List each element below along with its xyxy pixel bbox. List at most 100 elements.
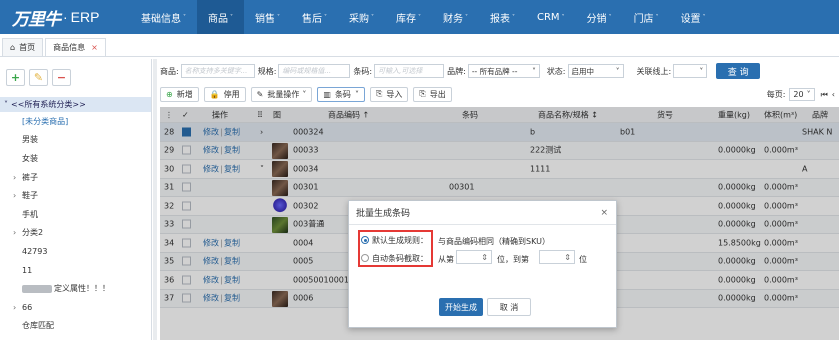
nav-item-label: 库存 bbox=[396, 13, 416, 25]
chevron-down-icon: ˅ bbox=[702, 13, 706, 21]
nav-item-label: 门店 bbox=[633, 13, 654, 25]
tree-item[interactable]: 仓库匹配 bbox=[0, 317, 151, 336]
sidebar-splitter[interactable] bbox=[153, 59, 157, 340]
tree-root[interactable]: ˅ <<所有系统分类>> bbox=[0, 97, 151, 112]
nav-item-11[interactable]: 设置 ˅ bbox=[670, 0, 717, 34]
import-icon: ⎘ bbox=[375, 89, 383, 98]
stepper-icon[interactable]: ⇕ bbox=[481, 253, 488, 262]
tree-item[interactable]: 11 bbox=[0, 261, 151, 280]
chevron-down-icon: ˅ bbox=[302, 89, 307, 99]
chevron-down-icon: ˅ bbox=[277, 13, 280, 21]
prev-page-icon[interactable]: ‹ bbox=[832, 90, 835, 99]
from-label: 从第 bbox=[438, 255, 454, 264]
tree-item-label: 女装 bbox=[22, 153, 38, 163]
chevron-right-icon[interactable]: › bbox=[13, 228, 16, 237]
disable-button-label: 停用 bbox=[223, 89, 240, 99]
stepper-icon[interactable]: ⇕ bbox=[564, 253, 571, 262]
from-position-input[interactable]: ⇕ bbox=[456, 250, 492, 264]
spec-filter-label: 规格: bbox=[257, 66, 277, 76]
app-logo[interactable]: 万里牛 · ERP bbox=[0, 0, 130, 34]
per-page-value: 20 bbox=[793, 90, 804, 99]
status-select[interactable]: 启用中 ˅ bbox=[567, 64, 624, 78]
barcode-button[interactable]: ▥ 条码 ˅ bbox=[317, 86, 365, 102]
chevron-down-icon: ˅ bbox=[371, 13, 374, 21]
barcode-icon: ▥ bbox=[323, 89, 331, 99]
tree-item[interactable]: 男装 bbox=[0, 131, 151, 150]
tree-item[interactable]: 女装 bbox=[0, 149, 151, 168]
query-button[interactable]: 查 询 bbox=[716, 63, 761, 79]
nav-item-4[interactable]: 采购 ˅ bbox=[338, 0, 385, 34]
import-button[interactable]: ⎘ 导入 bbox=[369, 86, 409, 102]
default-rule-radio[interactable] bbox=[361, 236, 369, 244]
export-button[interactable]: ⎘ 导出 bbox=[413, 86, 452, 102]
close-icon[interactable]: × bbox=[91, 43, 98, 52]
tree-item[interactable]: › 裤子 bbox=[0, 168, 151, 187]
lock-icon: 🔒 bbox=[209, 89, 220, 99]
option-auto-cut[interactable]: 自动条码截取： bbox=[361, 251, 428, 265]
auto-cut-radio[interactable] bbox=[361, 254, 369, 262]
barcode-search-input[interactable]: 可输入,可选择 bbox=[374, 64, 445, 78]
brand-select[interactable]: -- 所有品牌 -- ˅ bbox=[467, 64, 540, 78]
add-button[interactable]: ⊕ 新增 bbox=[160, 86, 199, 102]
spec-search-input[interactable]: 编码或规格值... bbox=[278, 64, 351, 78]
nav-item-6[interactable]: 财务 ˅ bbox=[432, 0, 479, 34]
nav-item-10[interactable]: 门店 ˅ bbox=[623, 0, 670, 34]
delete-category-button[interactable]: − bbox=[52, 68, 71, 86]
nav-item-8[interactable]: CRM ˅ bbox=[526, 0, 576, 34]
nav-item-label: 采购 bbox=[349, 13, 369, 25]
chevron-right-icon[interactable]: › bbox=[13, 303, 16, 312]
tree-item[interactable]: 42793 bbox=[0, 242, 151, 261]
add-category-button[interactable]: + bbox=[6, 68, 25, 86]
tree-item-label: 仓库匹配 bbox=[22, 321, 54, 331]
default-rule-desc: 与商品编码相同（精确到SKU） bbox=[438, 237, 550, 246]
nav-item-2[interactable]: 销售 ˅ bbox=[244, 0, 291, 34]
logo-brand: 万里牛 bbox=[12, 9, 61, 30]
tree-item[interactable]: 手机 bbox=[0, 205, 151, 224]
per-page-select[interactable]: 20 ˅ bbox=[789, 88, 815, 101]
disable-button[interactable]: 🔒 停用 bbox=[203, 86, 246, 102]
tree-item-label: 66 bbox=[22, 302, 33, 312]
tab-home-label: 首页 bbox=[19, 43, 36, 52]
link-online-select[interactable]: ˅ bbox=[673, 64, 708, 78]
chevron-down-icon: ˅ bbox=[324, 13, 327, 21]
nav-item-1[interactable]: 商品 ˅ bbox=[197, 0, 244, 34]
nav-item-0[interactable]: 基础信息 ˅ bbox=[130, 0, 197, 34]
nav-item-5[interactable]: 库存 ˅ bbox=[385, 0, 432, 34]
tree-item[interactable]: › 鞋子 bbox=[0, 186, 151, 205]
nav-item-3[interactable]: 售后 ˅ bbox=[291, 0, 338, 34]
tab-goods-info[interactable]: 商品信息 × bbox=[45, 38, 106, 56]
tree-item-label: 手机 bbox=[22, 209, 38, 219]
chevron-down-icon: ˅ bbox=[465, 13, 468, 21]
cancel-button[interactable]: 取 消 bbox=[487, 298, 531, 316]
to-position-input[interactable]: ⇕ bbox=[539, 250, 575, 264]
logo-dot: · bbox=[63, 9, 68, 25]
tree-item-label: 分类2 bbox=[22, 228, 44, 238]
nav-item-label: 商品 bbox=[208, 13, 228, 25]
start-generate-button[interactable]: 开始生成 bbox=[439, 298, 483, 316]
filter-bar: 商品: 名称支持多关键字... 规格: 编码或规格值... 条码: 可输入,可选… bbox=[160, 62, 839, 80]
tree-item[interactable]: [未分类商品] bbox=[0, 112, 151, 131]
edit-category-button[interactable]: ✎ bbox=[29, 68, 48, 86]
tree-item[interactable]: › 66 bbox=[0, 298, 151, 317]
barcode-placeholder: 可输入,可选择 bbox=[378, 67, 423, 75]
main-menu: 基础信息 ˅ 商品 ˅ 销售 ˅ 售后 ˅ 采购 ˅ 库存 ˅ 财务 ˅ 报表 ˅ CRM ˅ 分销 ˅ 门店 ˅ 设置 ˅ bbox=[130, 0, 717, 34]
nav-item-7[interactable]: 报表 ˅ bbox=[479, 0, 526, 34]
batch-barcode-dialog: 批量生成条码 × 默认生成规则： 与商品编码相同（精确到SKU） 自动条码截取：… bbox=[348, 200, 617, 328]
tree-item[interactable]: 定义属性！！！ bbox=[0, 279, 151, 298]
nav-item-label: 分销 bbox=[586, 13, 607, 25]
nav-item-9[interactable]: 分销 ˅ bbox=[576, 0, 623, 34]
tree-item[interactable]: › 分类2 bbox=[0, 224, 151, 243]
goods-search-input[interactable]: 名称支持多关键字... bbox=[180, 64, 255, 78]
batch-operation-button[interactable]: ✎ 批量操作 ˅ bbox=[250, 86, 313, 102]
tree-item-label: 裤子 bbox=[22, 172, 38, 182]
option-default-rule[interactable]: 默认生成规则： bbox=[361, 233, 428, 247]
tab-home[interactable]: ⌂ 首页 bbox=[2, 38, 44, 56]
chevron-right-icon[interactable]: › bbox=[13, 191, 16, 200]
category-tree: [未分类商品] 男装女装 › 裤子 › 鞋子手机 › 分类2 42793 11 定义属性！！！ › 66… bbox=[0, 112, 151, 335]
action-toolbar: ⊕ 新增 🔒 停用 ✎ 批量操作 ˅ ▥ 条码 ˅ ⎘ 导入 ⎘ 导出 bbox=[160, 85, 839, 103]
first-page-icon[interactable]: ⏮ bbox=[821, 90, 828, 100]
brand-select-value: -- 所有品牌 -- bbox=[471, 66, 518, 76]
close-icon[interactable]: × bbox=[600, 208, 608, 218]
chevron-right-icon[interactable]: › bbox=[13, 173, 16, 182]
edit-icon: ✎ bbox=[256, 89, 264, 99]
